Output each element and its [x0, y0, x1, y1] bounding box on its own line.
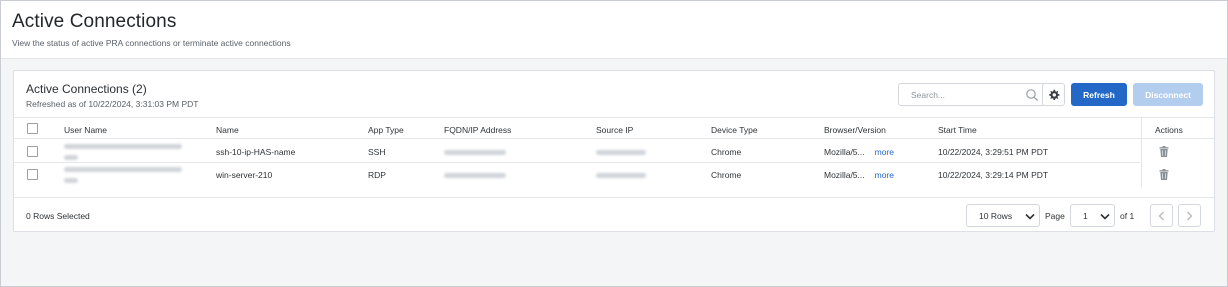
- cell-app-type: RDP: [368, 170, 386, 180]
- chevron-left-icon: [1158, 211, 1164, 220]
- row-checkbox[interactable]: [27, 146, 38, 157]
- column-header-actions: Actions: [1155, 125, 1183, 135]
- page-subtitle: View the status of active PRA connection…: [12, 38, 291, 48]
- search-placeholder: Search...: [911, 90, 946, 100]
- column-header-device-type[interactable]: Device Type: [711, 125, 758, 135]
- page-number-select[interactable]: 1: [1070, 204, 1115, 227]
- search-icon: [1026, 89, 1038, 101]
- card-title: Active Connections (2): [26, 82, 147, 96]
- footer-divider: [14, 197, 1214, 198]
- browser-version: Mozilla/5...: [824, 147, 865, 157]
- gear-icon: [1048, 89, 1059, 100]
- cell-start-time: 10/22/2024, 3:29:14 PM PDT: [938, 170, 1049, 180]
- column-header-source-ip[interactable]: Source IP: [596, 125, 633, 135]
- redacted-source-ip: [596, 173, 646, 178]
- table-header-divider: [14, 138, 1214, 139]
- disconnect-button[interactable]: Disconnect: [1133, 83, 1203, 106]
- redacted-source-ip: [596, 150, 646, 155]
- column-header-app-type[interactable]: App Type: [368, 125, 404, 135]
- column-header-browser[interactable]: Browser/Version: [824, 125, 886, 135]
- cell-app-type: SSH: [368, 147, 386, 157]
- chevron-right-icon: [1187, 211, 1193, 220]
- more-link[interactable]: more: [875, 170, 894, 180]
- select-all-checkbox[interactable]: [27, 123, 38, 134]
- column-header-user-name[interactable]: User Name: [64, 125, 107, 135]
- page-label: Page: [1045, 211, 1065, 221]
- cell-device-type: Chrome: [711, 170, 742, 180]
- cell-device-type: Chrome: [711, 147, 742, 157]
- rows-selected-count: 0 Rows Selected: [26, 211, 90, 221]
- next-page-button[interactable]: [1178, 204, 1201, 227]
- page-total-label: of 1: [1120, 211, 1135, 221]
- row-checkbox[interactable]: [27, 169, 38, 180]
- chevron-down-icon: [1100, 213, 1110, 220]
- cell-browser: Mozilla/5... more: [824, 170, 894, 180]
- cell-browser: Mozilla/5... more: [824, 147, 894, 157]
- previous-page-button[interactable]: [1150, 204, 1173, 227]
- column-header-fqdn[interactable]: FQDN/IP Address: [444, 125, 511, 135]
- rows-per-page-value: 10 Rows: [979, 211, 1013, 221]
- rows-per-page-select[interactable]: 10 Rows: [966, 204, 1040, 227]
- chevron-down-icon: [1025, 213, 1035, 220]
- refresh-button[interactable]: Refresh: [1071, 83, 1127, 106]
- column-header-name[interactable]: Name: [216, 125, 239, 135]
- redacted-user-name: [64, 155, 78, 160]
- page-title: Active Connections: [12, 11, 177, 32]
- row-divider: [14, 162, 1140, 163]
- browser-version: Mozilla/5...: [824, 170, 865, 180]
- settings-button[interactable]: [1042, 83, 1065, 106]
- more-link[interactable]: more: [875, 147, 894, 157]
- search-input[interactable]: Search...: [898, 83, 1047, 106]
- redacted-user-name: [64, 167, 182, 172]
- cell-name: ssh-10-ip-HAS-name: [216, 147, 296, 157]
- page-header: Active Connections View the status of ac…: [1, 1, 1227, 59]
- actions-column-divider: [1141, 117, 1142, 187]
- active-connections-card: Active Connections (2) Refreshed as of 1…: [13, 70, 1215, 232]
- redacted-user-name: [64, 144, 182, 149]
- trash-icon[interactable]: [1159, 169, 1169, 180]
- redacted-user-name: [64, 178, 78, 183]
- redacted-fqdn: [444, 173, 506, 178]
- page-number-value: 1: [1083, 211, 1088, 221]
- table-top-divider: [14, 117, 1214, 118]
- cell-name: win-server-210: [216, 170, 273, 180]
- redacted-fqdn: [444, 150, 506, 155]
- page: Active Connections View the status of ac…: [0, 0, 1228, 287]
- cell-start-time: 10/22/2024, 3:29:51 PM PDT: [938, 147, 1049, 157]
- refreshed-timestamp: Refreshed as of 10/22/2024, 3:31:03 PM P…: [26, 99, 199, 109]
- trash-icon[interactable]: [1159, 146, 1169, 157]
- column-header-start-time[interactable]: Start Time: [938, 125, 977, 135]
